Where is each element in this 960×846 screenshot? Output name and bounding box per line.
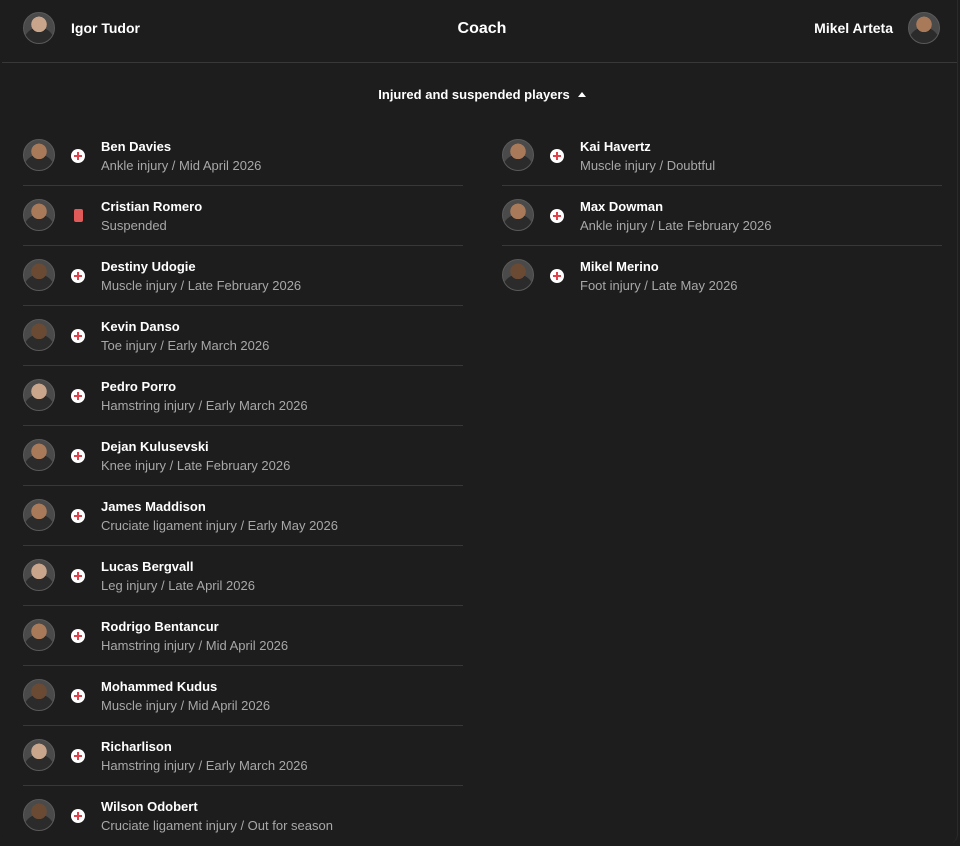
home-team-absentees: Ben Davies Ankle injury / Mid April 2026 C… bbox=[23, 126, 463, 844]
player-row[interactable]: Ben Davies Ankle injury / Mid April 2026 bbox=[23, 126, 463, 186]
player-row[interactable]: Pedro Porro Hamstring injury / Early Marc… bbox=[23, 366, 463, 426]
player-avatar bbox=[23, 799, 55, 831]
player-avatar bbox=[23, 259, 55, 291]
red-card-icon bbox=[74, 209, 83, 222]
player-absence-detail: Hamstring injury / Early March 2026 bbox=[101, 398, 308, 413]
injury-cross-icon bbox=[550, 269, 564, 283]
injury-cross-icon bbox=[71, 269, 85, 283]
injury-cross-icon bbox=[550, 149, 564, 163]
player-name: Pedro Porro bbox=[101, 379, 177, 394]
player-absence-detail: Muscle injury / Mid April 2026 bbox=[101, 698, 271, 713]
injury-cross-icon bbox=[71, 509, 85, 523]
player-name: Wilson Odobert bbox=[101, 799, 198, 814]
player-absence-detail: Muscle injury / Doubtful bbox=[580, 158, 716, 173]
player-name: Ben Davies bbox=[101, 139, 172, 154]
away-coach-name[interactable]: Mikel Arteta bbox=[814, 20, 893, 36]
injury-cross-icon bbox=[71, 749, 85, 763]
player-row[interactable]: Max Dowman Ankle injury / Late February 2… bbox=[502, 186, 942, 246]
player-absence-detail: Muscle injury / Late February 2026 bbox=[101, 278, 302, 293]
injury-cross-icon bbox=[71, 389, 85, 403]
player-avatar bbox=[502, 139, 534, 171]
player-row[interactable]: Dejan Kulusevski Knee injury / Late Febru… bbox=[23, 426, 463, 486]
player-row[interactable]: Mohammed Kudus Muscle injury / Mid April … bbox=[23, 666, 463, 726]
injury-cross-icon bbox=[71, 329, 85, 343]
player-absence-detail: Foot injury / Late May 2026 bbox=[580, 278, 738, 293]
player-name: Lucas Bergvall bbox=[101, 559, 194, 574]
player-row[interactable]: James Maddison Cruciate ligament injury /… bbox=[23, 486, 463, 546]
player-avatar bbox=[23, 139, 55, 171]
injury-cross-icon bbox=[71, 149, 85, 163]
player-absence-detail: Hamstring injury / Early March 2026 bbox=[101, 758, 308, 773]
player-absence-detail: Ankle injury / Late February 2026 bbox=[580, 218, 772, 233]
player-name: Rodrigo Bentancur bbox=[101, 619, 219, 634]
player-absence-detail: Ankle injury / Mid April 2026 bbox=[101, 158, 262, 173]
injured-suspended-toggle[interactable]: Injured and suspended players bbox=[2, 87, 957, 102]
player-avatar bbox=[23, 499, 55, 531]
section-label: Injured and suspended players bbox=[378, 87, 570, 102]
player-row[interactable]: Kevin Danso Toe injury / Early March 2026 bbox=[23, 306, 463, 366]
player-avatar bbox=[23, 199, 55, 231]
player-name: Cristian Romero bbox=[101, 199, 203, 214]
player-row[interactable]: Cristian Romero Suspended bbox=[23, 186, 463, 246]
player-name: Dejan Kulusevski bbox=[101, 439, 209, 454]
player-avatar bbox=[23, 379, 55, 411]
player-absence-detail: Leg injury / Late April 2026 bbox=[101, 578, 255, 593]
player-absence-detail: Toe injury / Early March 2026 bbox=[101, 338, 270, 353]
injury-cross-icon bbox=[71, 809, 85, 823]
player-avatar bbox=[23, 679, 55, 711]
player-avatar bbox=[23, 619, 55, 651]
player-name: James Maddison bbox=[101, 499, 206, 514]
player-absence-detail: Cruciate ligament injury / Out for seaso… bbox=[101, 818, 333, 833]
player-avatar bbox=[502, 259, 534, 291]
player-row[interactable]: Wilson Odobert Cruciate ligament injury /… bbox=[23, 786, 463, 844]
away-team-absentees: Kai Havertz Muscle injury / Doubtful Max D… bbox=[502, 126, 942, 305]
player-avatar bbox=[23, 319, 55, 351]
player-row[interactable]: Mikel Merino Foot injury / Late May 2026 bbox=[502, 246, 942, 305]
player-absence-detail: Cruciate ligament injury / Early May 202… bbox=[101, 518, 338, 533]
player-name: Max Dowman bbox=[580, 199, 664, 214]
player-row[interactable]: Lucas Bergvall Leg injury / Late April 20… bbox=[23, 546, 463, 606]
injury-cross-icon bbox=[71, 629, 85, 643]
player-avatar bbox=[23, 439, 55, 471]
player-name: Destiny Udogie bbox=[101, 259, 196, 274]
player-name: Richarlison bbox=[101, 739, 172, 754]
caret-up-icon bbox=[577, 92, 586, 97]
coach-row: Igor Tudor Coach Mikel Arteta bbox=[2, 0, 957, 63]
player-row[interactable]: Kai Havertz Muscle injury / Doubtful bbox=[502, 126, 942, 186]
injury-cross-icon bbox=[71, 569, 85, 583]
injury-cross-icon bbox=[71, 689, 85, 703]
away-coach-avatar[interactable] bbox=[908, 12, 940, 44]
injury-cross-icon bbox=[71, 449, 85, 463]
player-avatar bbox=[502, 199, 534, 231]
player-avatar bbox=[23, 559, 55, 591]
player-row[interactable]: Rodrigo Bentancur Hamstring injury / Mid … bbox=[23, 606, 463, 666]
player-row[interactable]: Richarlison Hamstring injury / Early Marc… bbox=[23, 726, 463, 786]
player-absence-detail: Knee injury / Late February 2026 bbox=[101, 458, 291, 473]
player-absence-detail: Suspended bbox=[101, 218, 167, 233]
player-row[interactable]: Destiny Udogie Muscle injury / Late Febru… bbox=[23, 246, 463, 306]
player-name: Mikel Merino bbox=[580, 259, 659, 274]
player-name: Kevin Danso bbox=[101, 319, 180, 334]
player-avatar bbox=[23, 739, 55, 771]
injury-cross-icon bbox=[550, 209, 564, 223]
match-lineup-panel: Igor Tudor Coach Mikel Arteta Injured an… bbox=[2, 0, 958, 844]
player-name: Mohammed Kudus bbox=[101, 679, 218, 694]
player-absence-detail: Hamstring injury / Mid April 2026 bbox=[101, 638, 289, 653]
player-name: Kai Havertz bbox=[580, 139, 651, 154]
